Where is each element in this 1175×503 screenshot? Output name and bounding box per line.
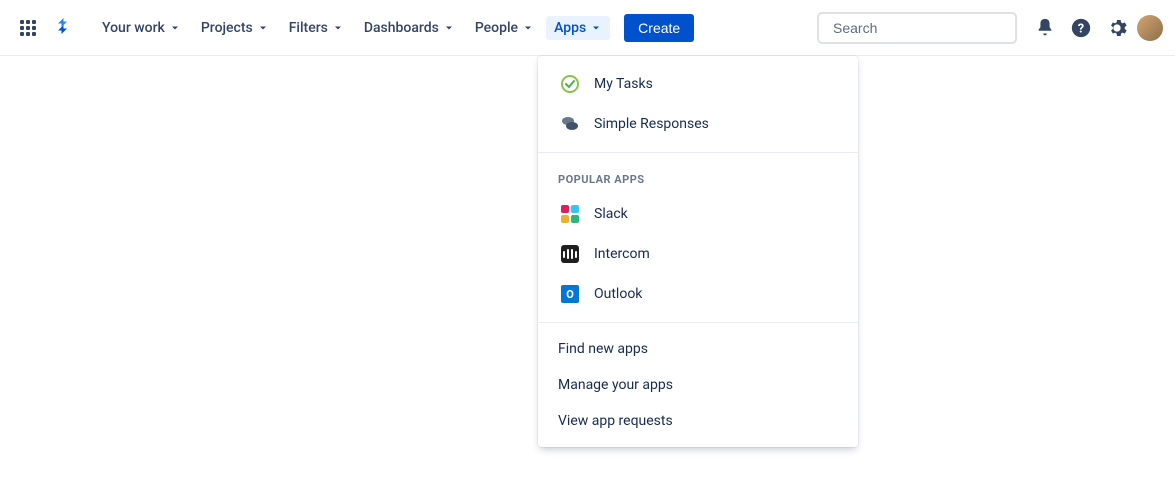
search-box[interactable] <box>817 12 1017 44</box>
nav-label: People <box>475 20 518 36</box>
app-actions-section: Find new apps Manage your apps View app … <box>538 322 858 447</box>
chevron-down-icon <box>590 22 602 34</box>
action-label: Manage your apps <box>558 377 673 393</box>
grid-icon <box>20 20 36 36</box>
nav-items: Your work Projects Filters Dashboards Pe… <box>94 16 610 40</box>
mytasks-icon <box>558 72 582 96</box>
chevron-down-icon <box>332 22 344 34</box>
nav-apps[interactable]: Apps <box>546 16 610 40</box>
jira-logo[interactable] <box>48 12 80 44</box>
notifications-button[interactable] <box>1029 12 1061 44</box>
chevron-down-icon <box>257 22 269 34</box>
app-simple-responses[interactable]: Simple Responses <box>538 104 858 144</box>
app-label: Slack <box>594 206 628 222</box>
slack-icon <box>558 202 582 226</box>
view-app-requests[interactable]: View app requests <box>538 403 858 439</box>
nav-filters[interactable]: Filters <box>281 16 352 40</box>
help-button[interactable]: ? <box>1065 12 1097 44</box>
help-icon: ? <box>1070 17 1092 39</box>
search-input[interactable] <box>833 20 1014 36</box>
app-my-tasks[interactable]: My Tasks <box>538 64 858 104</box>
svg-text:?: ? <box>1078 21 1084 36</box>
apps-dropdown: My Tasks Simple Responses POPULAR APPS S… <box>538 56 858 447</box>
app-slack[interactable]: Slack <box>538 194 858 234</box>
top-navigation-bar: Your work Projects Filters Dashboards Pe… <box>0 0 1175 56</box>
action-label: Find new apps <box>558 341 648 357</box>
manage-your-apps[interactable]: Manage your apps <box>538 367 858 403</box>
chevron-down-icon <box>169 22 181 34</box>
nav-your-work[interactable]: Your work <box>94 16 189 40</box>
chevron-down-icon <box>522 22 534 34</box>
outlook-icon: O <box>558 282 582 306</box>
app-switcher-button[interactable] <box>12 12 44 44</box>
nav-label: Your work <box>102 20 165 36</box>
nav-dashboards[interactable]: Dashboards <box>356 16 463 40</box>
popular-apps-section: POPULAR APPS Slack Intercom O Outlook <box>538 152 858 322</box>
bell-icon <box>1034 17 1056 39</box>
settings-button[interactable] <box>1101 12 1133 44</box>
app-outlook[interactable]: O Outlook <box>538 274 858 314</box>
popular-apps-heading: POPULAR APPS <box>538 161 858 194</box>
responses-icon <box>558 112 582 136</box>
nav-label: Dashboards <box>364 20 439 36</box>
app-intercom[interactable]: Intercom <box>538 234 858 274</box>
app-label: Simple Responses <box>594 116 709 132</box>
create-button[interactable]: Create <box>624 14 694 42</box>
nav-label: Filters <box>289 20 328 36</box>
user-avatar[interactable] <box>1137 15 1163 41</box>
app-label: My Tasks <box>594 76 653 92</box>
gear-icon <box>1106 17 1128 39</box>
chevron-down-icon <box>443 22 455 34</box>
intercom-icon <box>558 242 582 266</box>
nav-projects[interactable]: Projects <box>193 16 277 40</box>
jira-icon <box>52 16 76 40</box>
app-label: Outlook <box>594 286 642 302</box>
action-label: View app requests <box>558 413 673 429</box>
nav-people[interactable]: People <box>467 16 542 40</box>
app-label: Intercom <box>594 246 650 262</box>
nav-label: Projects <box>201 20 253 36</box>
find-new-apps[interactable]: Find new apps <box>538 331 858 367</box>
nav-label: Apps <box>554 20 586 36</box>
your-apps-section: My Tasks Simple Responses <box>538 56 858 152</box>
